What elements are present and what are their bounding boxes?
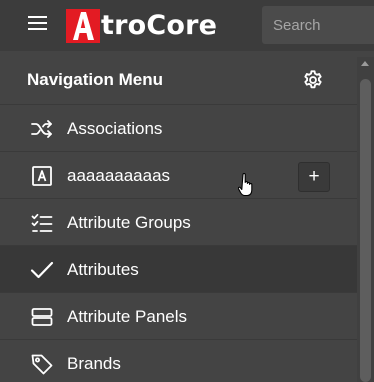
sidebar-scrollbar[interactable]: [357, 57, 374, 382]
sidebar-item-label: aaaaaaaaaas: [67, 166, 171, 185]
sidebar-item-label: Brands: [67, 354, 121, 373]
add-item-button[interactable]: +: [298, 162, 330, 192]
tag-icon: [31, 354, 53, 375]
sidebar-item-label: Associations: [67, 119, 163, 138]
top-bar: troCore: [0, 0, 374, 51]
shuffle-icon: [31, 120, 52, 138]
sidebar-item-attributes[interactable]: Attributes: [0, 246, 357, 293]
search-input[interactable]: [262, 6, 374, 44]
logo-mark-icon: [66, 9, 100, 43]
navigation-panel: Navigation Menu Associations aaaaaaaaaas…: [0, 57, 357, 382]
navigation-title: Navigation Menu: [27, 70, 164, 89]
sidebar-item-brands[interactable]: Brands: [0, 340, 357, 382]
sidebar-item-label: Attributes: [67, 260, 139, 279]
panels-icon: [31, 308, 53, 326]
logo-text: troCore: [101, 10, 218, 41]
sidebar-item-label: Attribute Groups: [67, 213, 191, 232]
sidebar-item-attribute-groups[interactable]: Attribute Groups: [0, 199, 357, 246]
checklist-icon: [31, 213, 53, 232]
checkmark-icon: [30, 261, 54, 279]
sidebar-item-associations[interactable]: Associations: [0, 105, 357, 152]
sidebar-item-label: Attribute Panels: [67, 307, 188, 326]
scroll-up-arrow-icon[interactable]: [361, 61, 369, 66]
hamburger-menu-icon[interactable]: [28, 16, 47, 31]
navigation-header: Navigation Menu: [0, 57, 357, 105]
gear-icon[interactable]: [302, 69, 324, 91]
atrocore-logo[interactable]: troCore: [66, 9, 217, 43]
scrollbar-thumb[interactable]: [360, 79, 371, 382]
sidebar-item-aaaaaaaaaas[interactable]: aaaaaaaaaas +: [0, 152, 357, 199]
sidebar-item-attribute-panels[interactable]: Attribute Panels: [0, 293, 357, 340]
letter-a-box-icon: [32, 166, 52, 186]
